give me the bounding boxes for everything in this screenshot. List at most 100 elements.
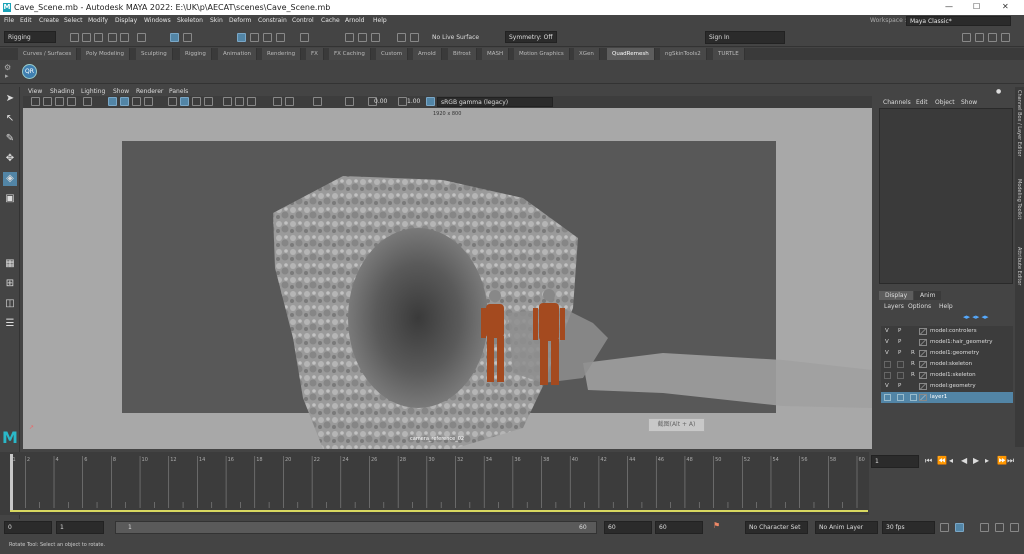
open-scene-icon[interactable] (82, 33, 91, 42)
live-surface-label[interactable]: No Live Surface (432, 34, 479, 41)
isolate-select-icon[interactable] (273, 97, 282, 106)
shelf-tab-rigging[interactable]: Rigging (180, 48, 212, 60)
vp-menu-view[interactable]: View (28, 88, 42, 95)
shelf-tab-custom[interactable]: Custom (376, 48, 409, 60)
shelf-tab-curves-surfaces[interactable]: Curves / Surfaces (18, 48, 78, 60)
gate-mask-icon[interactable] (132, 97, 141, 106)
new-scene-icon[interactable] (70, 33, 79, 42)
workspace-dropdown[interactable]: Maya Classic* (906, 16, 1011, 26)
shelf-gear-icon[interactable]: ⚙ (4, 63, 11, 72)
layer-row[interactable]: VP model:geometry (881, 381, 1013, 392)
lasso-tool-icon[interactable]: ↖ (3, 112, 17, 126)
shelf-tab-rendering[interactable]: Rendering (262, 48, 302, 60)
menu-help[interactable]: Help (373, 17, 387, 24)
camera-select-icon[interactable] (31, 97, 40, 106)
camera-attributes-icon[interactable] (43, 97, 52, 106)
render-settings-icon[interactable] (371, 33, 380, 42)
single-perspective-layout-icon[interactable]: ▦ (3, 257, 17, 271)
snap-point-icon[interactable] (263, 33, 272, 42)
menu-control[interactable]: Control (292, 17, 314, 24)
menu-skin[interactable]: Skin (210, 17, 223, 24)
smooth-shade-icon[interactable] (180, 97, 189, 106)
select-hierarchy-icon[interactable] (137, 33, 146, 42)
shelf-tab-mash[interactable]: MASH (482, 48, 510, 60)
layer-menu-help[interactable]: Help (939, 303, 953, 310)
shelf-tab-quadremesh[interactable]: QuadRemesh (607, 48, 655, 60)
play-backwards-icon[interactable]: ◀ (961, 456, 967, 465)
four-view-layout-icon[interactable]: ⊞ (3, 277, 17, 291)
layer-tab-anim[interactable]: Anim (914, 291, 942, 300)
layer-menu-layers[interactable]: Layers (884, 303, 904, 310)
playback-settings-icon[interactable] (995, 523, 1004, 532)
film-gate-icon[interactable] (108, 97, 117, 106)
shelf-tab-arnold[interactable]: Arnold (413, 48, 442, 60)
fps-dropdown[interactable]: 30 fps (882, 521, 935, 534)
current-frame-field[interactable]: 1 (871, 455, 919, 468)
shelf-tab-motion-graphics[interactable]: Motion Graphics (514, 48, 570, 60)
shelf-tab-bifrost[interactable]: Bifrost (448, 48, 477, 60)
menuset-dropdown[interactable]: Rigging (4, 31, 56, 43)
ipr-render-icon[interactable] (358, 33, 367, 42)
scale-tool-icon[interactable]: ▣ (3, 192, 17, 206)
menu-create[interactable]: Create (39, 17, 59, 24)
attribute-editor-icon[interactable] (975, 33, 984, 42)
move-tool-icon[interactable]: ✥ (3, 152, 17, 166)
channel-box-icon[interactable] (1001, 33, 1010, 42)
select-tool-icon[interactable]: ➤ (3, 92, 17, 106)
layer-menu-options[interactable]: Options (908, 303, 931, 310)
step-forward-key-icon[interactable]: ⏩ (997, 456, 1007, 465)
gamma-icon[interactable] (398, 97, 407, 106)
menu-select[interactable]: Select (64, 17, 83, 24)
modeling-toolkit-icon[interactable] (962, 33, 971, 42)
textured-icon[interactable] (192, 97, 201, 106)
range-slider[interactable]: 1 60 (115, 521, 597, 534)
shelf-tab-animation[interactable]: Animation (218, 48, 258, 60)
layer-move-icons[interactable]: ◂▸ ◂▸ ◂▸ (963, 313, 989, 321)
paint-select-icon[interactable]: ✎ (3, 132, 17, 146)
view-transform-dropdown[interactable]: sRGB gamma (legacy) (437, 97, 553, 107)
minimize-icon[interactable]: — (945, 2, 953, 11)
menu-edit[interactable]: Edit (20, 17, 32, 24)
rotate-tool-icon[interactable]: ◈ (3, 172, 17, 186)
menu-modify[interactable]: Modify (88, 17, 108, 24)
animation-end-field[interactable]: 60 (655, 521, 703, 534)
sign-in-dropdown[interactable]: Sign In (705, 31, 785, 44)
viewport[interactable]: ↗ (23, 108, 872, 449)
tool-settings-icon[interactable] (988, 33, 997, 42)
snap-curve-icon[interactable] (250, 33, 259, 42)
cb-menu-object[interactable]: Object (935, 99, 955, 106)
menu-constrain[interactable]: Constrain (258, 17, 287, 24)
menu-display[interactable]: Display (115, 17, 137, 24)
sound-icon[interactable] (980, 523, 989, 532)
snap-grid-icon[interactable] (237, 33, 246, 42)
shelf-menu-icon[interactable]: ▸ (5, 72, 9, 80)
shelf-tab-xgen[interactable]: XGen (574, 48, 600, 60)
xray-icon[interactable] (285, 97, 294, 106)
shelf-tab-turtle[interactable]: TURTLE (713, 48, 745, 60)
layer-row[interactable]: R model:skeleton (881, 359, 1013, 370)
construction-history-icon[interactable] (300, 33, 309, 42)
playback-end-field[interactable]: 60 (604, 521, 652, 534)
maximize-icon[interactable]: ☐ (973, 2, 980, 11)
character-set-dropdown[interactable]: No Character Set (745, 521, 808, 534)
vp-menu-renderer[interactable]: Renderer (136, 88, 163, 95)
grid-toggle-icon[interactable] (83, 97, 92, 106)
bookmark-icon[interactable] (55, 97, 64, 106)
side-tab-attribute-editor[interactable]: Attribute Editor (1016, 247, 1022, 285)
wireframe-icon[interactable] (168, 97, 177, 106)
layer-row[interactable]: VP model1:hair_geometry (881, 337, 1013, 348)
go-to-start-icon[interactable]: ⏮ (925, 456, 932, 466)
outliner-layout-icon[interactable]: ☰ (3, 317, 17, 331)
shelf-tab-poly-modeling[interactable]: Poly Modeling (81, 48, 131, 60)
resolution-gate-icon[interactable] (120, 97, 129, 106)
layer-tab-display[interactable]: Display (879, 291, 914, 300)
arnold-icon[interactable]: ● (996, 88, 1001, 95)
cb-menu-edit[interactable]: Edit (916, 99, 928, 106)
field-chart-icon[interactable] (144, 97, 153, 106)
menu-file[interactable]: File (4, 17, 14, 24)
current-time-marker[interactable] (10, 454, 13, 512)
exposure-value[interactable]: 0.00 (374, 98, 387, 105)
play-forwards-icon[interactable]: ▶ (973, 456, 979, 465)
select-objects-icon[interactable] (170, 33, 179, 42)
layer-row[interactable]: VP model:controlers (881, 326, 1013, 337)
